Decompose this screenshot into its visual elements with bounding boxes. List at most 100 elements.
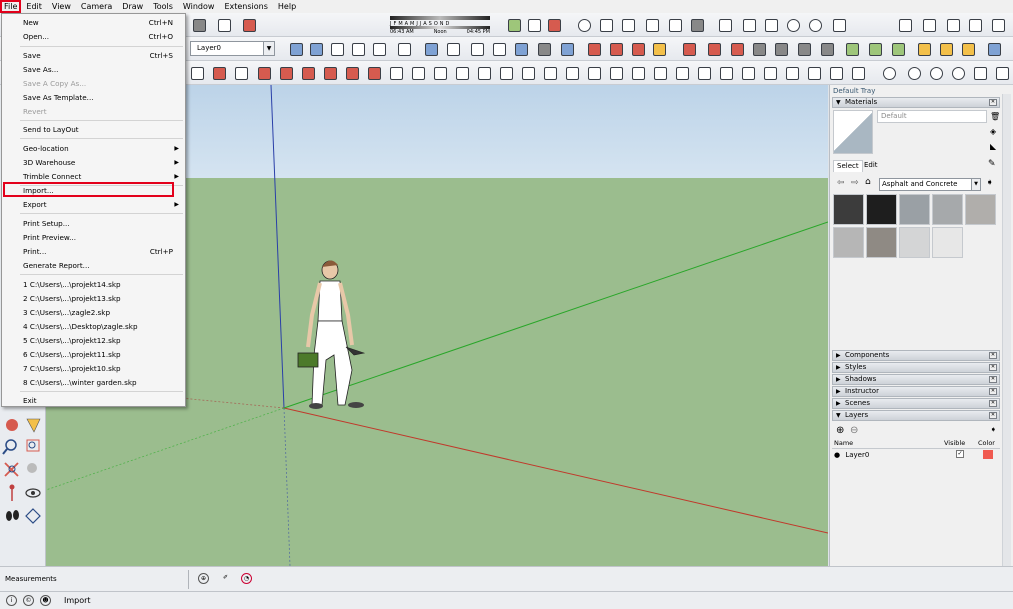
share-component-icon[interactable]: [629, 40, 646, 57]
look-around-icon[interactable]: [761, 64, 778, 81]
material-swatch[interactable]: [833, 194, 864, 225]
camera-lines-icon[interactable]: [949, 64, 966, 81]
outer-shell-icon[interactable]: [795, 40, 812, 57]
month-slider[interactable]: [390, 16, 490, 20]
right-view-icon[interactable]: [349, 40, 366, 57]
recent-file-3[interactable]: 3 C:\Users\...\zagle2.skp: [2, 306, 185, 319]
section-plane-icon[interactable]: [695, 64, 712, 81]
rectangle-icon[interactable]: [299, 64, 316, 81]
menu-edit[interactable]: Edit: [21, 0, 47, 13]
photo-texture-icon[interactable]: [889, 40, 906, 57]
scale-icon[interactable]: [519, 64, 536, 81]
top-view-icon[interactable]: [307, 40, 324, 57]
section-plane-icon[interactable]: [25, 508, 41, 524]
menu-draw[interactable]: Draw: [117, 0, 148, 13]
orbit-icon[interactable]: [6, 419, 18, 431]
look-around-icon[interactable]: [25, 488, 41, 498]
menu-camera[interactable]: Camera: [76, 0, 117, 13]
material-swatch[interactable]: [899, 194, 930, 225]
zoom-icon[interactable]: [2, 439, 17, 455]
get-models-icon[interactable]: [545, 16, 562, 33]
select-tool-icon[interactable]: [188, 64, 205, 81]
textured-style-icon[interactable]: [535, 40, 552, 57]
materials-panel-header[interactable]: ▼ Materials ✕: [832, 97, 1000, 108]
follow-me-icon[interactable]: [497, 64, 514, 81]
line-tool-icon[interactable]: [255, 64, 272, 81]
menu-view[interactable]: View: [47, 0, 76, 13]
recent-file-2[interactable]: 2 C:\Users\...\projekt13.skp: [2, 292, 185, 305]
extension-warehouse-icon[interactable]: [650, 40, 667, 57]
recent-file-8[interactable]: 8 C:\Users\...\winter garden.skp: [2, 376, 185, 389]
globe-icon[interactable]: [806, 16, 823, 33]
front-view-icon[interactable]: [328, 40, 345, 57]
model-info-icon[interactable]: [240, 16, 257, 33]
terrain-icon[interactable]: [762, 16, 779, 33]
material-name-field[interactable]: Default: [877, 110, 987, 123]
dynamic-component-icon[interactable]: [915, 40, 932, 57]
delete-layer-icon[interactable]: ⊖: [850, 425, 858, 436]
shaded-texture-icon[interactable]: [688, 16, 705, 33]
layer-visible-checkbox[interactable]: ✓: [956, 450, 964, 458]
print-icon[interactable]: [215, 16, 232, 33]
tab-select[interactable]: Select: [833, 160, 863, 172]
menu-item-generate-report[interactable]: Generate Report...: [2, 259, 185, 272]
warehouse-icon[interactable]: [585, 40, 602, 57]
solid-trim-icon[interactable]: [728, 40, 745, 57]
menu-help[interactable]: Help: [273, 0, 301, 13]
account-icon[interactable]: ☻: [40, 595, 51, 606]
menu-item-exit[interactable]: Exit: [2, 394, 185, 407]
info-icon[interactable]: i: [6, 595, 17, 606]
material-swatch[interactable]: [932, 227, 963, 258]
offset-icon[interactable]: [541, 64, 558, 81]
credits-icon[interactable]: ✐: [220, 573, 231, 584]
instructor-panel-header[interactable]: ▶ Instructor ✕: [832, 386, 1000, 397]
xray-icon[interactable]: [575, 16, 592, 33]
axes-icon[interactable]: [651, 64, 668, 81]
shaded-icon[interactable]: [666, 16, 683, 33]
previous-view-icon[interactable]: [27, 463, 37, 473]
solid-union-icon[interactable]: [680, 40, 697, 57]
share-model-icon[interactable]: [607, 40, 624, 57]
menu-item-print[interactable]: Print... Ctrl+P: [2, 245, 185, 258]
back-arrow-icon[interactable]: ⇦: [837, 178, 845, 188]
stamp-icon[interactable]: [944, 16, 961, 33]
layer-color-swatch[interactable]: [983, 450, 993, 459]
chevron-down-icon[interactable]: ▼: [971, 179, 980, 190]
forward-arrow-icon[interactable]: ⇨: [851, 178, 859, 188]
solid-split-icon[interactable]: [772, 40, 789, 57]
material-category-select[interactable]: Asphalt and Concrete ▼: [879, 178, 981, 191]
close-icon[interactable]: ✕: [989, 352, 997, 359]
close-icon[interactable]: ✕: [989, 376, 997, 383]
3d-text-icon[interactable]: [673, 64, 690, 81]
add-location-icon[interactable]: [843, 40, 860, 57]
menu-item-send-to-layout[interactable]: Send to LayOut: [2, 123, 185, 136]
face-style-icon[interactable]: [444, 40, 461, 57]
material-swatch[interactable]: [932, 194, 963, 225]
shadow-settings-icon[interactable]: [525, 16, 542, 33]
zoom-window-icon[interactable]: [26, 439, 40, 452]
zoom-extents-icon[interactable]: [4, 462, 19, 477]
tape-icon[interactable]: [563, 64, 580, 81]
menu-item-open[interactable]: Open... Ctrl+O: [2, 30, 185, 43]
paint-bucket-icon[interactable]: [717, 64, 734, 81]
advanced-camera-icon[interactable]: [905, 64, 922, 81]
shaded-style-icon[interactable]: [512, 40, 529, 57]
layer-details-icon[interactable]: ➧: [990, 425, 997, 434]
sun-icon[interactable]: [784, 16, 801, 33]
position-camera-icon[interactable]: [9, 484, 15, 502]
walk-icon[interactable]: [6, 510, 19, 521]
layer-select[interactable]: Layer0 ▼: [190, 41, 275, 56]
iso-view-icon[interactable]: [287, 40, 304, 57]
smoove-icon[interactable]: [966, 16, 983, 33]
left-view-icon[interactable]: [395, 40, 412, 57]
arrows-icon[interactable]: [896, 16, 913, 33]
back-view-icon[interactable]: [370, 40, 387, 57]
material-swatch[interactable]: [965, 194, 996, 225]
sandbox-icon[interactable]: [740, 16, 757, 33]
orbit-icon[interactable]: [805, 64, 822, 81]
user-icon[interactable]: ◔: [241, 573, 252, 584]
fog-icon[interactable]: [830, 16, 847, 33]
menu-item-3d-warehouse[interactable]: 3D Warehouse ▶: [2, 156, 185, 169]
rotate-icon[interactable]: [475, 64, 492, 81]
wire-style-icon[interactable]: [468, 40, 485, 57]
